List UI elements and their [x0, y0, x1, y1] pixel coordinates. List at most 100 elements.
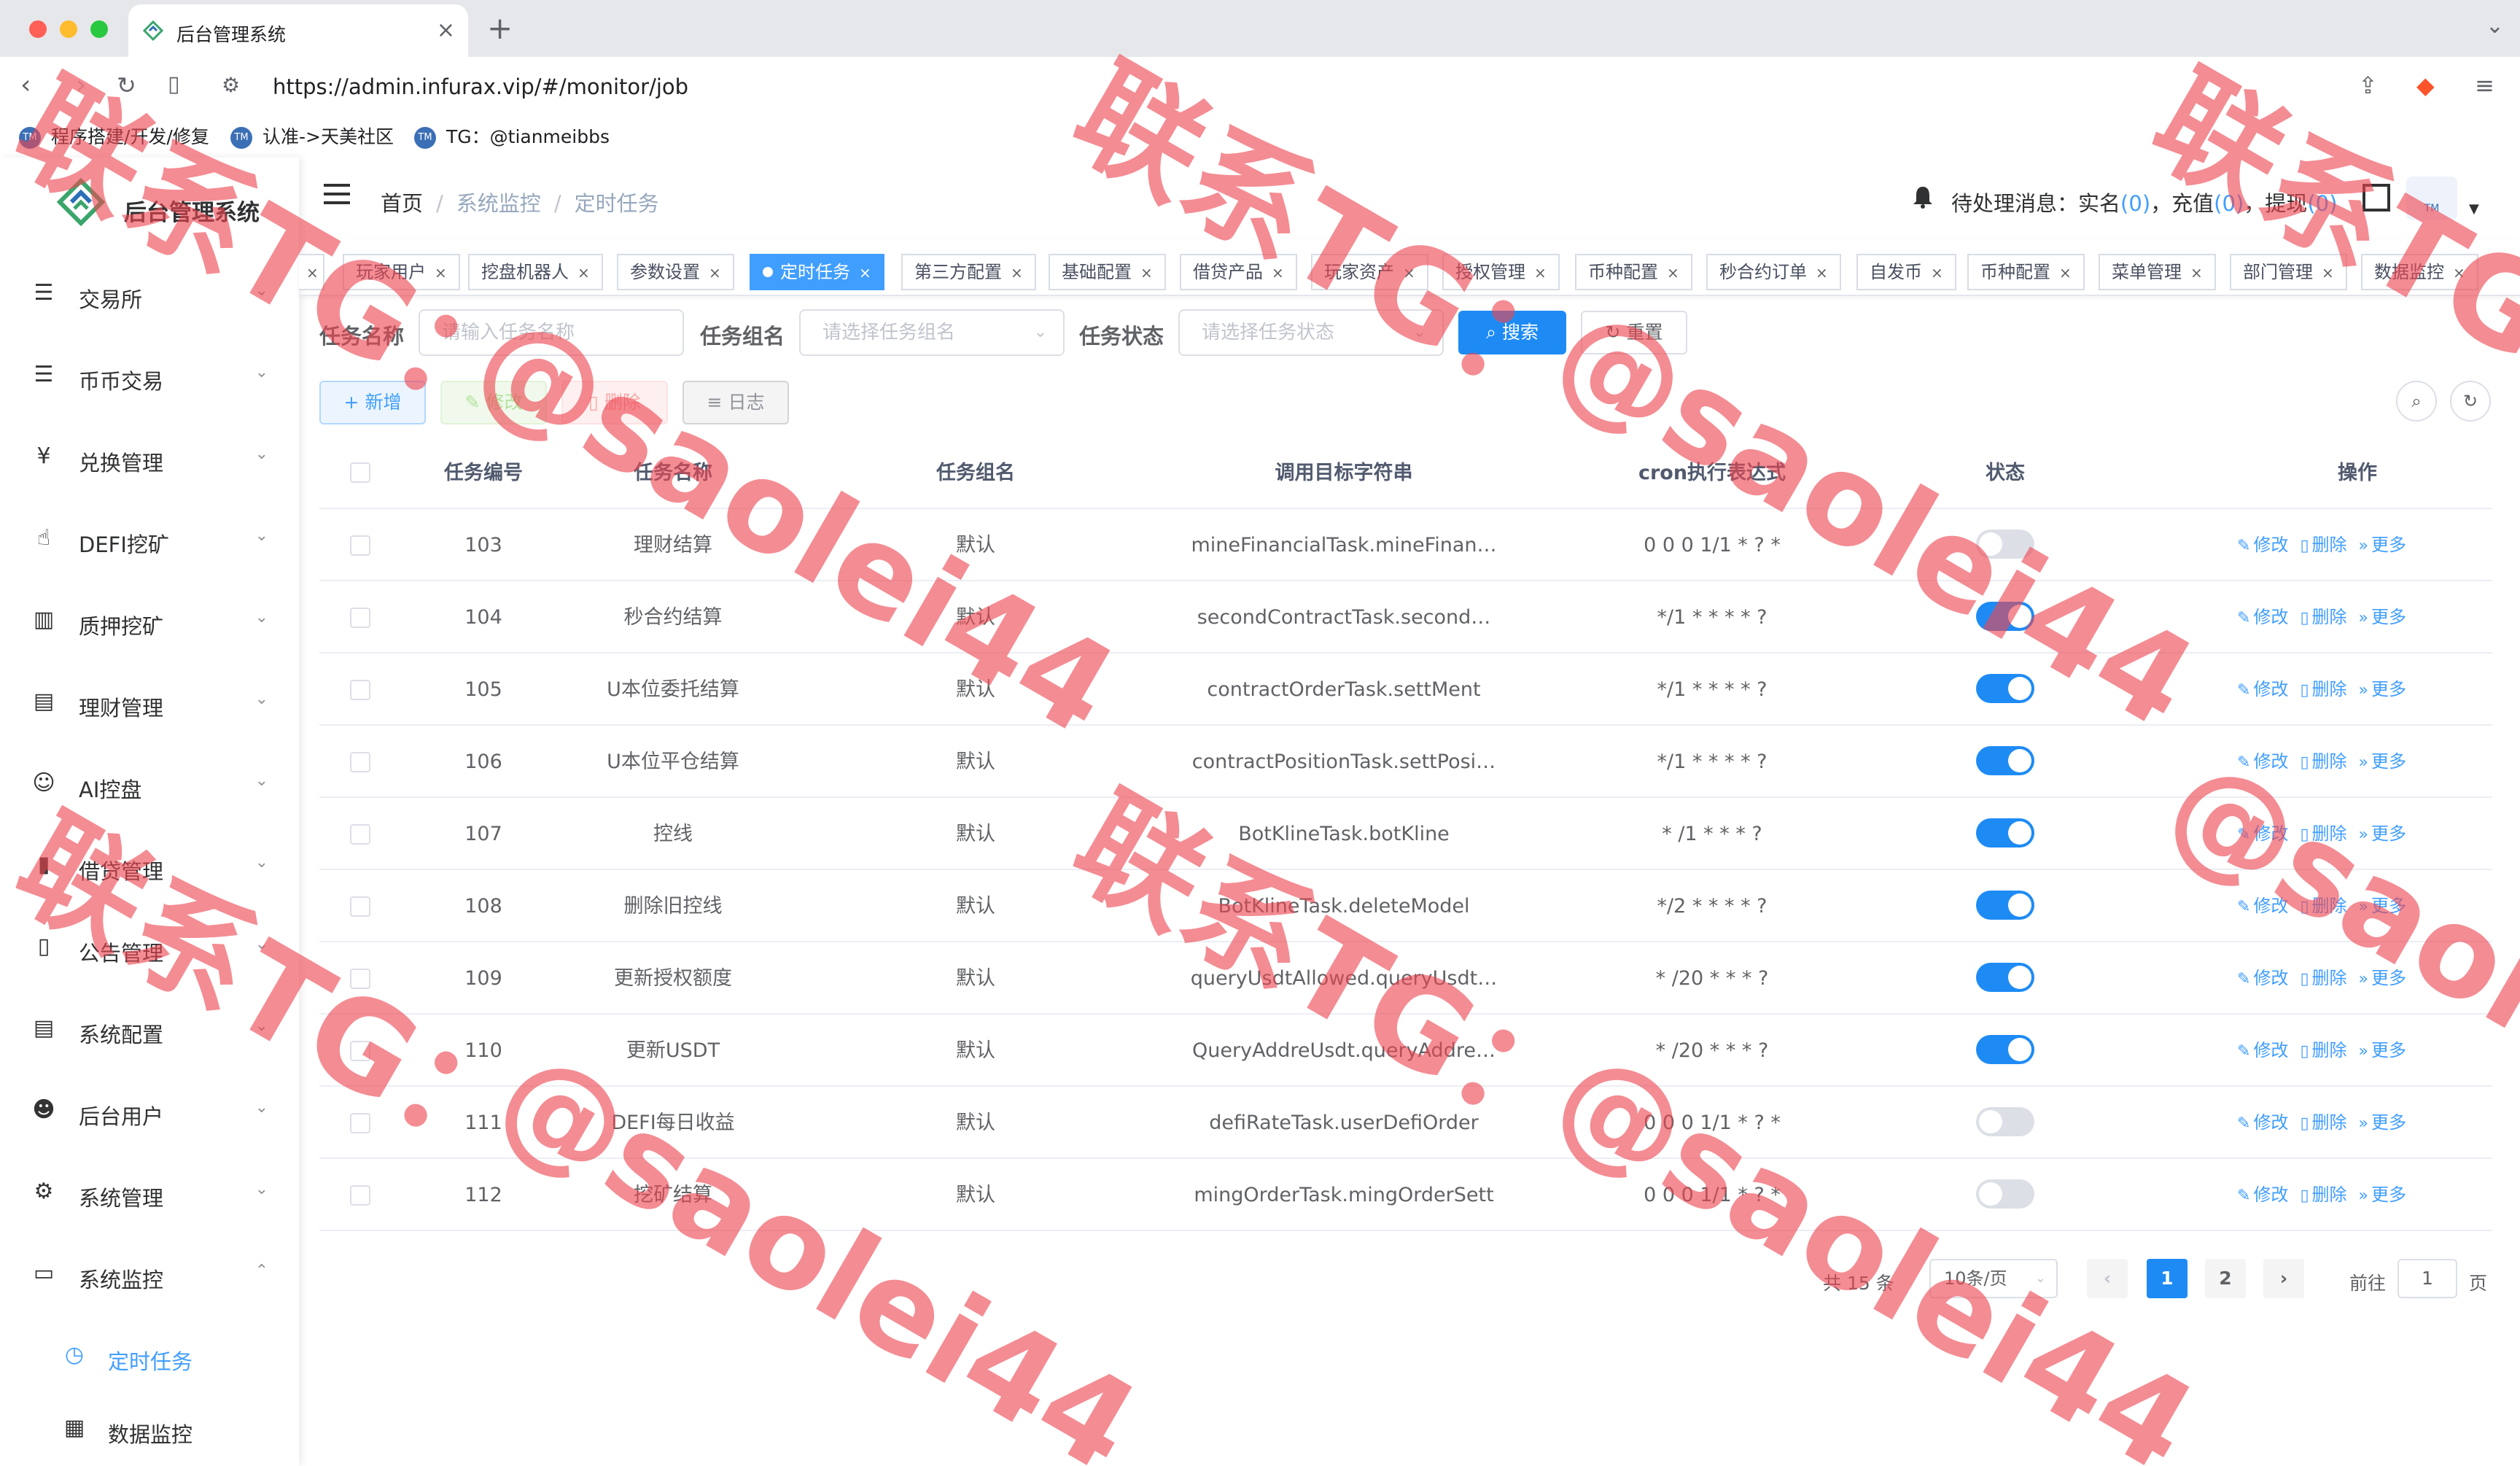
tag-item[interactable]: 菜单管理 ×: [2099, 254, 2216, 290]
row-delete-link[interactable]: ▯ 删除: [2300, 535, 2346, 555]
share-icon[interactable]: ⇪: [2358, 71, 2378, 99]
tag-item-active[interactable]: 定时任务 ×: [750, 254, 884, 290]
goto-page-input[interactable]: 1: [2398, 1259, 2457, 1298]
status-switch[interactable]: [1976, 602, 2034, 631]
row-checkbox[interactable]: [350, 969, 370, 989]
site-info-icon[interactable]: ⚙: [222, 73, 240, 97]
row-edit-link[interactable]: ✎ 修改: [2237, 1040, 2288, 1060]
row-delete-link[interactable]: ▯ 删除: [2300, 823, 2346, 844]
tab-search-chevron-icon[interactable]: ⌄: [2486, 13, 2504, 39]
maximize-window-button[interactable]: [90, 20, 108, 38]
breadcrumb-home[interactable]: 首页: [381, 191, 423, 216]
row-delete-link[interactable]: ▯ 删除: [2300, 679, 2346, 699]
bookmark-item[interactable]: TM TG：@tianmeibbs: [414, 123, 610, 149]
sidebar-item-exchange[interactable]: ☰ 交易所 ⌄: [0, 254, 299, 336]
row-delete-link[interactable]: ▯ 删除: [2300, 1040, 2346, 1060]
status-switch[interactable]: [1976, 1107, 2034, 1136]
sidebar-item-system-config[interactable]: ▤ 系统配置 ⌄: [0, 989, 299, 1071]
bookmark-icon[interactable]: ▯: [168, 71, 180, 97]
row-more-link[interactable]: » 更多: [2359, 607, 2406, 627]
row-checkbox[interactable]: [350, 1113, 370, 1133]
reload-icon[interactable]: ↻: [117, 71, 136, 99]
toggle-search-icon[interactable]: ⌕: [2396, 381, 2437, 422]
notice-label-realname[interactable]: 实名: [2078, 191, 2120, 216]
row-edit-link[interactable]: ✎ 修改: [2237, 679, 2288, 699]
notice-label-recharge[interactable]: 充值: [2171, 191, 2214, 216]
page-size-select[interactable]: 10条/页 ⌄: [1929, 1259, 2058, 1298]
row-edit-link[interactable]: ✎ 修改: [2237, 607, 2288, 627]
close-tag-icon[interactable]: ×: [2190, 264, 2203, 282]
tag-item[interactable]: 币种配置 ×: [1967, 254, 2085, 290]
close-tag-icon[interactable]: ×: [578, 264, 590, 282]
row-delete-link[interactable]: ▯ 删除: [2300, 1184, 2346, 1205]
fullscreen-icon[interactable]: [2362, 184, 2390, 212]
sidebar-item-spot-trading[interactable]: ☰ 币币交易 ⌄: [0, 336, 299, 417]
forward-icon[interactable]: ›: [76, 70, 86, 100]
status-switch[interactable]: [1976, 530, 2034, 559]
row-edit-link[interactable]: ✎ 修改: [2237, 535, 2288, 555]
browser-tab[interactable]: 后台管理系统 ×: [128, 4, 468, 57]
menu-icon[interactable]: ≡: [2475, 71, 2494, 99]
close-tag-icon[interactable]: ×: [1931, 264, 1943, 282]
row-more-link[interactable]: » 更多: [2359, 1184, 2406, 1205]
row-edit-link[interactable]: ✎ 修改: [2237, 968, 2288, 988]
tag-item[interactable]: 部门管理 ×: [2230, 254, 2347, 290]
reset-button[interactable]: ↻ 重置: [1581, 311, 1687, 354]
sidebar-item-system-management[interactable]: ⚙ 系统管理 ⌄: [0, 1152, 299, 1234]
row-checkbox[interactable]: [350, 752, 370, 772]
delete-button[interactable]: ▯ 删除: [561, 381, 668, 424]
tag-item[interactable]: 玩家资产 ×: [1311, 254, 1428, 290]
row-more-link[interactable]: » 更多: [2359, 968, 2406, 988]
page-button[interactable]: 1: [2147, 1259, 2188, 1298]
row-checkbox[interactable]: [350, 680, 370, 700]
prev-page-button[interactable]: ‹: [2087, 1259, 2128, 1298]
close-tag-icon[interactable]: ×: [2322, 264, 2334, 282]
close-tag-icon[interactable]: ×: [1667, 264, 1679, 282]
row-edit-link[interactable]: ✎ 修改: [2237, 896, 2288, 916]
tag-item[interactable]: 参数设置 ×: [617, 254, 734, 290]
row-delete-link[interactable]: ▯ 删除: [2300, 896, 2346, 916]
close-tag-icon[interactable]: ×: [709, 264, 721, 282]
notice-label-withdraw[interactable]: 提现: [2265, 191, 2307, 216]
select-all-checkbox[interactable]: [350, 462, 370, 483]
row-checkbox[interactable]: [350, 1041, 370, 1061]
row-delete-link[interactable]: ▯ 删除: [2300, 751, 2346, 772]
tag-item[interactable]: 数据监控 ×: [2361, 254, 2478, 290]
minimize-window-button[interactable]: [60, 20, 77, 38]
tag-item[interactable]: 币种配置 ×: [1575, 254, 1692, 290]
row-checkbox[interactable]: [350, 1185, 370, 1206]
bell-icon[interactable]: [1912, 185, 1934, 209]
row-more-link[interactable]: » 更多: [2359, 535, 2406, 555]
row-more-link[interactable]: » 更多: [2359, 823, 2406, 844]
close-tag-icon[interactable]: ×: [1272, 264, 1284, 282]
tag-item[interactable]: 玩家用户 ×: [343, 254, 460, 290]
next-page-button[interactable]: ›: [2263, 1259, 2304, 1298]
row-more-link[interactable]: » 更多: [2359, 896, 2406, 916]
page-button[interactable]: 2: [2205, 1259, 2246, 1298]
row-more-link[interactable]: » 更多: [2359, 1112, 2406, 1133]
row-more-link[interactable]: » 更多: [2359, 751, 2406, 772]
tag-item[interactable]: 第三方配置 ×: [901, 254, 1036, 290]
close-tag-icon[interactable]: ×: [435, 264, 447, 282]
close-tag-icon[interactable]: ×: [2059, 264, 2072, 282]
sidebar-item-exchange-management[interactable]: ¥ 兑换管理 ⌄: [0, 417, 299, 499]
sidebar-item-ai-control[interactable]: ☺ AI控盘 ⌄: [0, 744, 299, 826]
row-checkbox[interactable]: [350, 608, 370, 628]
search-button[interactable]: ⌕ 搜索: [1458, 311, 1566, 354]
sidebar-item-admin-users[interactable]: ☻ 后台用户 ⌄: [0, 1071, 299, 1152]
job-name-input[interactable]: 请输入任务名称: [419, 309, 684, 356]
status-switch[interactable]: [1976, 674, 2034, 703]
row-delete-link[interactable]: ▯ 删除: [2300, 968, 2346, 988]
row-edit-link[interactable]: ✎ 修改: [2237, 1184, 2288, 1205]
hamburger-icon[interactable]: [324, 184, 350, 206]
tag-item[interactable]: 挖盘机器人 ×: [468, 254, 603, 290]
job-status-select[interactable]: 请选择任务状态 ⌄: [1178, 309, 1444, 356]
status-switch[interactable]: [1976, 1035, 2034, 1064]
add-button[interactable]: + 新增: [319, 381, 426, 424]
row-edit-link[interactable]: ✎ 修改: [2237, 751, 2288, 772]
job-group-select[interactable]: 请选择任务组名 ⌄: [799, 309, 1065, 356]
sidebar-item-finance[interactable]: ▤ 理财管理 ⌄: [0, 662, 299, 744]
bookmark-item[interactable]: TM 程序搭建/开发/修复: [19, 123, 209, 149]
sidebar-item-announcements[interactable]: ▯ 公告管理 ⌄: [0, 907, 299, 989]
tag-item[interactable]: ×: [299, 254, 324, 290]
